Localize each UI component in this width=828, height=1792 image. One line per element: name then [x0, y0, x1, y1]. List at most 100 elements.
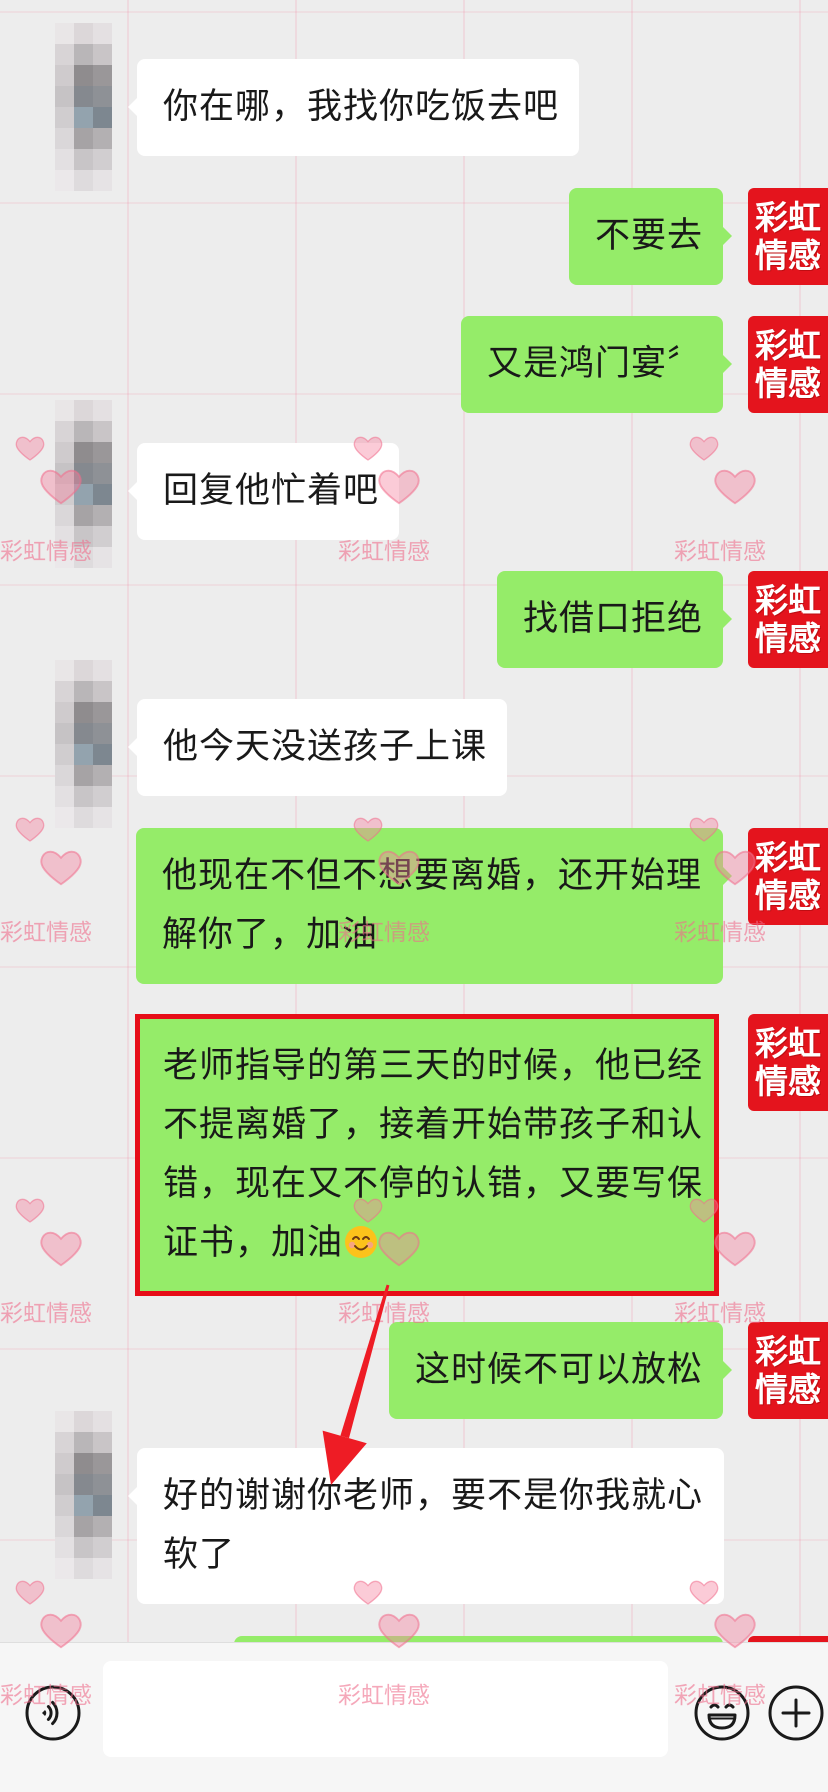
- avatar-mosaic-block: [74, 65, 93, 86]
- avatar-mosaic-block: [74, 1516, 93, 1537]
- avatar-mosaic-block: [55, 23, 74, 44]
- self-avatar[interactable]: 彩虹 情感: [748, 1014, 828, 1111]
- avatar-mosaic-block: [74, 484, 93, 505]
- self-avatar[interactable]: 彩虹 情感: [748, 188, 828, 285]
- outgoing-message-bubble[interactable]: 不要去: [568, 188, 733, 285]
- incoming-message-bubble[interactable]: 好的谢谢你老师，要不是你我就心软了: [128, 1448, 724, 1604]
- avatar-mosaic-block: [74, 786, 93, 807]
- avatar-mosaic-block: [93, 442, 112, 463]
- message-input[interactable]: [103, 1661, 668, 1757]
- self-avatar[interactable]: 彩虹 情感: [748, 571, 828, 668]
- avatar-mosaic-block: [74, 1537, 93, 1558]
- avatar-mosaic-block: [93, 1453, 112, 1474]
- avatar-mosaic-block: [74, 400, 93, 421]
- avatar-mosaic-block: [93, 547, 112, 568]
- voice-icon[interactable]: [24, 1684, 82, 1742]
- self-avatar-line1: 彩虹: [755, 580, 821, 620]
- outgoing-message-bubble[interactable]: 又是鸿门宴〞: [460, 316, 733, 413]
- avatar-mosaic-block: [74, 1474, 93, 1495]
- message-text: 不要去: [594, 216, 703, 256]
- avatar-mosaic-block: [55, 1411, 74, 1432]
- self-avatar-line1: 彩虹: [755, 1023, 821, 1063]
- avatar-mosaic-block: [55, 1432, 74, 1453]
- heart-icon: [40, 1231, 82, 1267]
- message-text: 又是鸿门宴〞: [486, 344, 703, 384]
- avatar-mosaic-block: [93, 1537, 112, 1558]
- avatar-mosaic-block: [55, 86, 74, 107]
- avatar-mosaic-block: [93, 1411, 112, 1432]
- message-text: 你在哪，我找你吃饭去吧: [163, 87, 560, 127]
- self-avatar-line1: 彩虹: [755, 1331, 821, 1371]
- contact-avatar[interactable]: [55, 23, 112, 191]
- watermark-text: 彩虹情感: [0, 920, 92, 946]
- avatar-mosaic-block: [74, 44, 93, 65]
- avatar-mosaic-block: [55, 421, 74, 442]
- chat-input-bar: [0, 1642, 828, 1792]
- avatar-mosaic-block: [55, 484, 74, 505]
- avatar-mosaic-block: [74, 1453, 93, 1474]
- self-avatar-line1: 彩虹: [755, 325, 821, 365]
- avatar-mosaic-block: [55, 1516, 74, 1537]
- self-avatar[interactable]: 彩虹 情感: [748, 316, 828, 413]
- avatar-mosaic-block: [74, 1432, 93, 1453]
- contact-avatar[interactable]: [55, 1411, 112, 1579]
- avatar-mosaic-block: [74, 505, 93, 526]
- avatar-mosaic-block: [93, 65, 112, 86]
- avatar-mosaic-block: [74, 463, 93, 484]
- avatar-mosaic-block: [55, 400, 74, 421]
- avatar-mosaic-block: [93, 128, 112, 149]
- avatar-mosaic-block: [74, 807, 93, 828]
- plus-icon[interactable]: [767, 1684, 825, 1742]
- watermark-text: 彩虹情感: [674, 539, 766, 565]
- avatar-mosaic-block: [93, 526, 112, 547]
- outgoing-message-bubble[interactable]: 他现在不但不想要离婚，还开始理解你了，加油: [136, 828, 732, 984]
- avatar-mosaic-block: [93, 421, 112, 442]
- self-avatar-line1: 彩虹: [755, 197, 821, 237]
- contact-avatar[interactable]: [55, 660, 112, 828]
- avatar-mosaic-block: [93, 786, 112, 807]
- self-avatar[interactable]: 彩虹 情感: [748, 828, 828, 925]
- avatar-mosaic-block: [74, 660, 93, 681]
- avatar-mosaic-block: [55, 723, 74, 744]
- avatar-mosaic-block: [74, 1495, 93, 1516]
- avatar-mosaic-block: [55, 65, 74, 86]
- avatar-mosaic-block: [74, 1558, 93, 1579]
- heart-icon: [689, 436, 719, 461]
- avatar-mosaic-block: [55, 807, 74, 828]
- highlighted-message-bubble[interactable]: 老师指导的第三天的时候，他已经不提离婚了，接着开始带孩子和认错，现在又不停的认错…: [135, 1014, 719, 1296]
- avatar-mosaic-block: [74, 1411, 93, 1432]
- avatar-mosaic-block: [74, 107, 93, 128]
- avatar-mosaic-block: [55, 463, 74, 484]
- avatar-mosaic-block: [93, 765, 112, 786]
- watermark: 彩虹情感: [0, 813, 100, 953]
- incoming-message-bubble[interactable]: 你在哪，我找你吃饭去吧: [127, 59, 580, 156]
- avatar-mosaic-block: [93, 807, 112, 828]
- avatar-mosaic-block: [74, 547, 93, 568]
- message-text: 好的谢谢你老师，要不是你我就心软了: [163, 1476, 704, 1575]
- avatar-mosaic-block: [93, 1495, 112, 1516]
- avatar-mosaic-block: [93, 681, 112, 702]
- avatar-mosaic-block: [93, 107, 112, 128]
- avatar-mosaic-block: [55, 744, 74, 765]
- avatar-mosaic-block: [93, 170, 112, 191]
- heart-icon: [15, 436, 45, 461]
- heart-icon: [15, 1198, 45, 1223]
- heart-icon: [15, 817, 45, 842]
- avatar-mosaic-block: [93, 463, 112, 484]
- outgoing-message-bubble[interactable]: 这时候不可以放松: [388, 1322, 733, 1419]
- avatar-mosaic-block: [93, 1432, 112, 1453]
- avatar-mosaic-block: [55, 149, 74, 170]
- avatar-mosaic-block: [55, 1453, 74, 1474]
- incoming-message-bubble[interactable]: 回复他忙着吧: [127, 443, 400, 540]
- avatar-mosaic-block: [93, 505, 112, 526]
- avatar-mosaic-block: [93, 484, 112, 505]
- outgoing-message-bubble[interactable]: 找借口拒绝: [496, 571, 733, 668]
- incoming-message-bubble[interactable]: 他今天没送孩子上课: [127, 699, 508, 796]
- emoji-icon[interactable]: [693, 1684, 751, 1742]
- self-avatar[interactable]: 彩虹 情感: [748, 1322, 828, 1419]
- avatar-mosaic-block: [74, 702, 93, 723]
- self-avatar-line2: 情感: [755, 875, 821, 915]
- avatar-mosaic-block: [93, 744, 112, 765]
- contact-avatar[interactable]: [55, 400, 112, 568]
- avatar-mosaic-block: [55, 170, 74, 191]
